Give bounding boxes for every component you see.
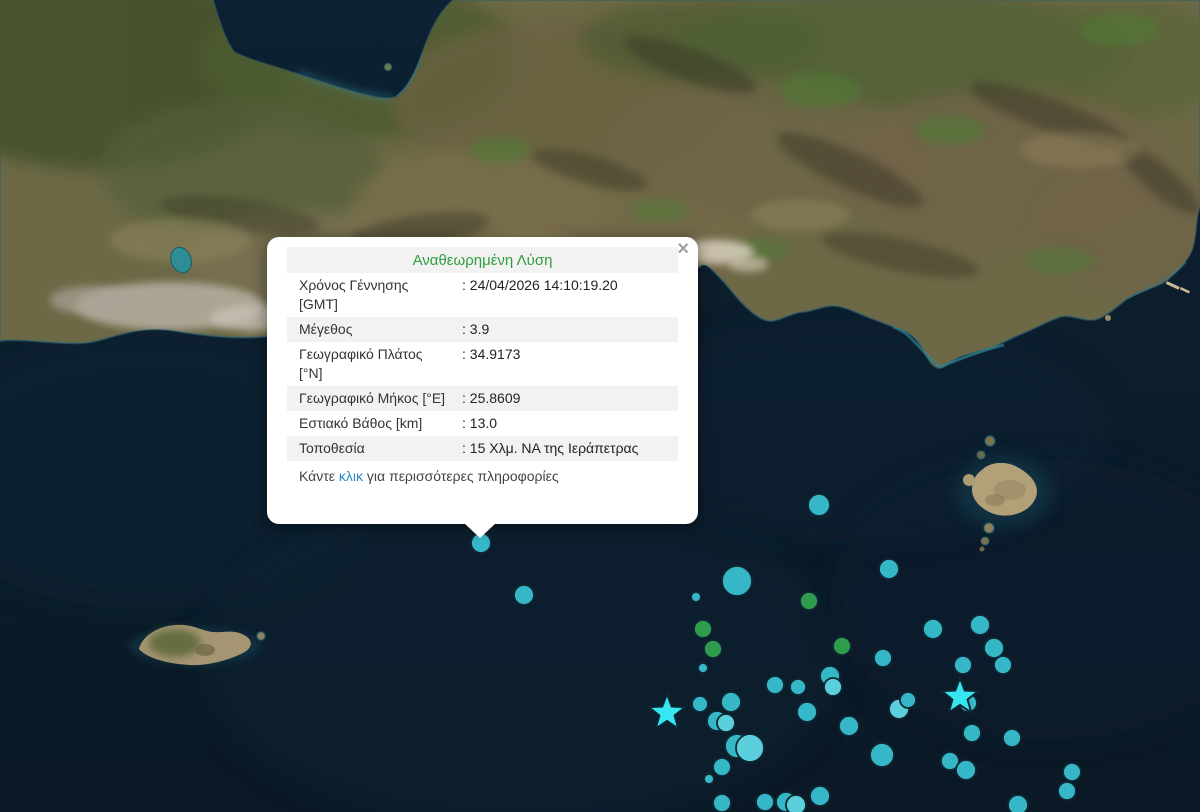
earthquake-marker[interactable]: [963, 724, 981, 742]
earthquake-marker[interactable]: [698, 663, 708, 673]
earthquake-marker[interactable]: [1003, 729, 1021, 747]
popup-content: Αναθεωρημένη Λύση Χρόνος Γέννησης[GMT] :…: [287, 247, 678, 486]
popup-row-longitude: Γεωγραφικό Μήκος [°E] : 25.8609: [287, 386, 678, 411]
earthquake-marker[interactable]: [766, 676, 784, 694]
earthquake-marker[interactable]: [704, 774, 714, 784]
popup-footer: Κάντε κλικ για περισσότερες πληροφορίες: [287, 461, 678, 486]
earthquake-marker[interactable]: [923, 619, 943, 639]
earthquake-marker[interactable]: [691, 592, 701, 602]
popup-title: Αναθεωρημένη Λύση: [287, 247, 678, 273]
earthquake-marker[interactable]: [994, 656, 1012, 674]
earthquake-marker[interactable]: [514, 585, 534, 605]
row-value: : 3.9: [462, 317, 678, 342]
earthquake-marker[interactable]: [786, 795, 806, 812]
earthquake-marker[interactable]: [1058, 782, 1076, 800]
earthquake-marker[interactable]: [879, 559, 899, 579]
popup-row-magnitude: Μέγεθος : 3.9: [287, 317, 678, 342]
earthquake-marker[interactable]: [800, 592, 818, 610]
earthquake-marker[interactable]: [694, 620, 712, 638]
earthquake-marker[interactable]: [736, 734, 764, 762]
row-label: Χρόνος Γέννησης[GMT]: [287, 273, 462, 317]
earthquake-marker[interactable]: [956, 760, 976, 780]
row-value: : 15 Χλμ. ΝΑ της Ιεράπετρας: [462, 436, 678, 461]
earthquake-marker[interactable]: [870, 743, 894, 767]
row-value: : 13.0: [462, 411, 678, 436]
earthquake-marker[interactable]: [790, 679, 806, 695]
earthquake-marker[interactable]: [692, 696, 708, 712]
row-label: Εστιακό Βάθος [km]: [287, 411, 462, 436]
earthquake-marker[interactable]: [874, 649, 892, 667]
row-label: Γεωγραφικό Πλάτος[°N]: [287, 342, 462, 386]
earthquake-marker[interactable]: [704, 640, 722, 658]
earthquake-marker[interactable]: [797, 702, 817, 722]
earthquake-marker[interactable]: [722, 566, 752, 596]
earthquake-marker[interactable]: [984, 638, 1004, 658]
popup-row-depth: Εστιακό Βάθος [km] : 13.0: [287, 411, 678, 436]
earthquake-marker[interactable]: [713, 758, 731, 776]
earthquake-marker[interactable]: [1008, 795, 1028, 812]
earthquake-marker[interactable]: [1063, 763, 1081, 781]
footer-text: για περισσότερες πληροφορίες: [363, 468, 559, 484]
close-icon[interactable]: ×: [677, 238, 689, 260]
earthquake-marker[interactable]: [839, 716, 859, 736]
row-value: : 34.9173: [462, 342, 678, 386]
earthquake-marker[interactable]: [970, 615, 990, 635]
popup-row-location: Τοποθεσία : 15 Χλμ. ΝΑ της Ιεράπετρας: [287, 436, 678, 461]
footer-text: Κάντε: [299, 468, 339, 484]
earthquake-marker[interactable]: [756, 793, 774, 811]
earthquake-marker[interactable]: [808, 494, 830, 516]
earthquake-popup: × Αναθεωρημένη Λύση Χρόνος Γέννησης[GMT]…: [267, 237, 698, 524]
row-label: Γεωγραφικό Μήκος [°E]: [287, 386, 462, 411]
earthquake-marker[interactable]: [810, 786, 830, 806]
earthquake-marker[interactable]: [833, 637, 851, 655]
row-value: : 24/04/2026 14:10:19.20: [462, 273, 678, 317]
earthquake-marker[interactable]: [721, 692, 741, 712]
earthquake-marker[interactable]: [717, 714, 735, 732]
earthquake-marker[interactable]: [900, 692, 916, 708]
row-label: Τοποθεσία: [287, 436, 462, 461]
earthquake-marker[interactable]: [824, 678, 842, 696]
popup-tail: [464, 523, 496, 538]
map-canvas[interactable]: × Αναθεωρημένη Λύση Χρόνος Γέννησης[GMT]…: [0, 0, 1200, 812]
more-info-link[interactable]: κλικ: [339, 468, 363, 484]
popup-row-origin-time: Χρόνος Γέννησης[GMT] : 24/04/2026 14:10:…: [287, 273, 678, 317]
popup-row-latitude: Γεωγραφικό Πλάτος[°N] : 34.9173: [287, 342, 678, 386]
earthquake-marker[interactable]: [954, 656, 972, 674]
row-label: Μέγεθος: [287, 317, 462, 342]
earthquake-marker[interactable]: [713, 794, 731, 812]
row-value: : 25.8609: [462, 386, 678, 411]
